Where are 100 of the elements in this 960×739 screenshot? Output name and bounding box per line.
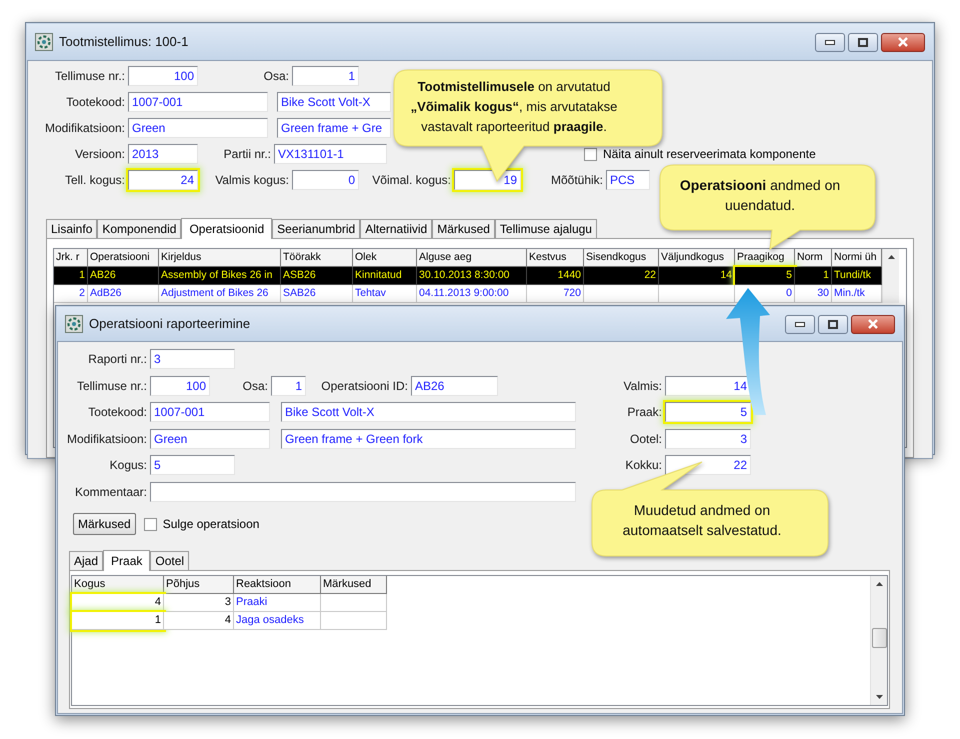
table-cell: Assembly of Bikes 26 in [159,267,281,285]
close-button[interactable] [881,32,925,52]
scrollbar-thumb[interactable] [872,628,886,648]
input-field[interactable]: 24 [128,170,198,190]
table-cell: Kinnitatud [353,267,417,285]
close-icon[interactable] [868,319,878,329]
table-cell: Tundi/tk [832,267,882,285]
column-header[interactable]: Olek [353,249,417,267]
column-header[interactable]: Märkused [321,576,387,594]
field-label: Partii nr.: [222,146,272,163]
table-cell: ASB26 [281,267,353,285]
minimize-icon[interactable] [795,322,805,326]
input-field[interactable]: PCS [606,170,650,190]
table-cell: 3 [164,594,234,612]
input-field[interactable]: 0 [292,170,359,190]
tab[interactable]: Seerianumbrid [272,219,360,238]
table-cell: 22 [584,267,659,285]
input-field[interactable]: Green [150,428,270,449]
input-field[interactable]: 1007-001 [150,402,270,422]
gear-icon [65,315,83,333]
table-cell: Min./tk [832,285,882,303]
tab[interactable]: Ootel [150,551,190,570]
table-cell: 1 [72,612,164,630]
input-field[interactable]: Green frame + Green fork [281,428,576,449]
table-cell: 2 [54,285,88,303]
field-label: Valmis: [622,378,663,395]
input-field[interactable]: 100 [150,376,210,396]
input-field[interactable]: Green frame + Gre [277,118,391,138]
input-field[interactable]: VX131101-1 [274,144,387,164]
table-cell: 1 [795,267,832,285]
callout-text: Muudetud andmed on automaatselt salvestatud. [622,501,782,540]
column-header[interactable]: Kestvus [527,249,584,267]
column-header[interactable]: Jrk. r [54,249,88,267]
input-field[interactable]: 3 [150,349,235,370]
tab[interactable]: Lisainfo [46,219,98,238]
checkbox[interactable] [144,518,157,530]
input-field[interactable]: 1 [292,66,359,86]
checkbox[interactable] [584,148,597,160]
callout-text: Tootmistellimusele on arvutatud „Võimalik kogus“, mis arvutatakse vastavalt raporteeritud praagile. [410,78,618,136]
input-field[interactable]: 22 [665,455,751,476]
up-arrow-icon[interactable] [874,580,884,589]
column-header[interactable]: Norm [795,249,832,267]
input-field[interactable]: 5 [665,402,751,422]
minimize-icon[interactable] [825,40,835,44]
column-header[interactable]: Operatsiooni [88,249,159,267]
input-field[interactable]: 19 [454,170,521,190]
table-cell: Praaki [234,594,321,612]
tab[interactable]: Alternatiivid [360,219,432,238]
maximize-icon[interactable] [858,38,868,46]
close-icon[interactable] [898,37,908,47]
input-field[interactable]: AB26 [411,376,498,396]
column-header[interactable]: Reaktsioon [234,576,321,594]
input-field[interactable]: 14 [665,376,751,396]
field-label: Ootel: [628,430,663,448]
column-header[interactable]: Põhjus [164,576,234,594]
tab[interactable]: Tellimuse ajalugu [494,219,597,238]
close-button[interactable] [851,314,895,334]
tab[interactable]: Komponendid [97,219,182,238]
field-label: Tell. kogus: [64,172,126,189]
input-field[interactable]: 1 [271,376,306,396]
input-field[interactable]: 1007-001 [128,92,268,112]
field-label: Kokku: [624,457,663,474]
input-field[interactable]: Bike Scott Volt-X [277,92,391,112]
input-field[interactable]: 2013 [128,144,198,164]
input-field[interactable]: Bike Scott Volt-X [281,402,576,422]
column-header[interactable]: Kirjeldus [159,249,281,267]
window-title: Tootmistellimus: 100-1 [59,33,188,52]
tab[interactable]: Operatsioonid [181,218,272,239]
scrollbar[interactable] [882,249,899,303]
maximize-button[interactable] [818,314,848,334]
field-label: Praak: [626,404,663,422]
checkbox-label: Sulge operatsioon [162,516,260,533]
down-arrow-icon[interactable] [874,692,884,701]
column-header[interactable]: Sisendkogus [584,249,659,267]
up-arrow-icon[interactable] [886,253,896,262]
maximize-icon[interactable] [828,320,838,328]
input-field[interactable]: 100 [128,66,198,86]
column-header[interactable]: Väljundkogus [659,249,735,267]
input-field[interactable]: Green [128,118,268,138]
table-cell: 5 [735,267,795,285]
input-field[interactable] [150,482,576,502]
field-label: Operatsiooni ID: [320,378,409,395]
minimize-button[interactable] [815,32,845,52]
table-cell: 1 [54,267,88,285]
scrollbar[interactable] [870,576,887,705]
notes-button[interactable]: Märkused [73,513,136,535]
tab[interactable]: Märkused [432,219,495,238]
input-field[interactable]: 5 [150,455,235,476]
field-label: Tootekood: [65,94,126,111]
tab[interactable]: Praak [103,550,150,571]
column-header[interactable]: Alguse aeg [417,249,527,267]
tab[interactable]: Ajad [69,551,104,570]
column-header[interactable]: Töörakk [281,249,353,267]
field-label: Kommentaar: [74,484,148,501]
field-label: Tootekood: [87,404,148,422]
column-header[interactable]: Normi üh [832,249,882,267]
minimize-button[interactable] [785,314,815,334]
maximize-button[interactable] [848,32,878,52]
field-label: Osa: [242,378,269,395]
input-field[interactable]: 3 [665,428,751,449]
